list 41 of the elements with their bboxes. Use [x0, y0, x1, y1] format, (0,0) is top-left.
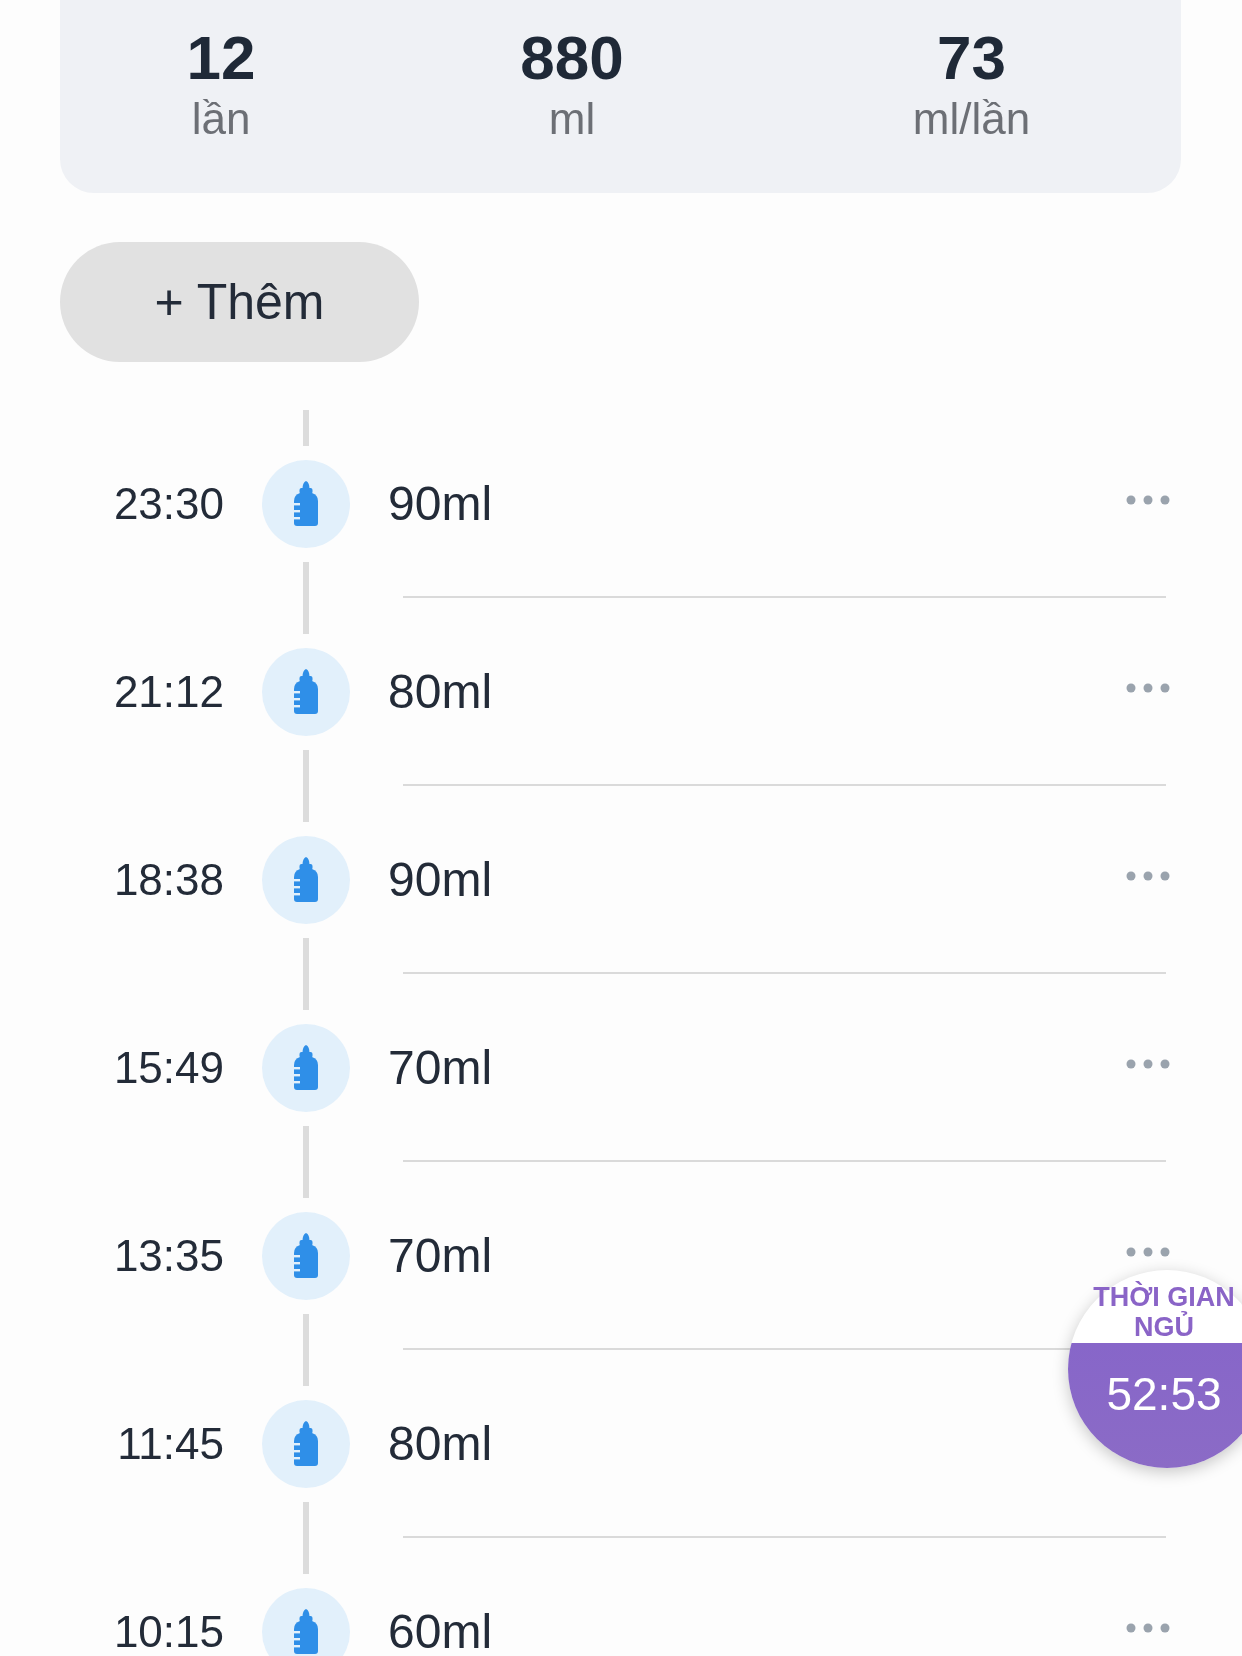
feeding-amount: 80ml [388, 1420, 493, 1468]
ellipsis-icon [1126, 1247, 1170, 1257]
bottle-icon [262, 1400, 350, 1488]
stat-value: 12 [186, 27, 256, 89]
feeding-amount: 60ml [388, 1608, 493, 1656]
stat-value: 73 [937, 27, 1006, 89]
bottle-icon [262, 648, 350, 736]
feeding-amount: 70ml [388, 1044, 493, 1092]
feeding-time: 23:30 [113, 482, 224, 526]
more-button[interactable] [1126, 495, 1170, 505]
stat-value: 880 [520, 27, 624, 89]
feeding-amount: 90ml [388, 480, 493, 528]
feeding-amount: 80ml [388, 668, 493, 716]
more-button[interactable] [1126, 871, 1170, 881]
ellipsis-icon [1126, 1623, 1170, 1633]
sleep-timer-button[interactable]: THỜI GIAN NGỦ 52:53 [1068, 1270, 1242, 1468]
feeding-time: 13:35 [113, 1234, 224, 1278]
feeding-time: 11:45 [117, 1422, 224, 1466]
ellipsis-icon [1126, 871, 1170, 881]
ellipsis-icon [1126, 495, 1170, 505]
more-button[interactable] [1126, 1623, 1170, 1633]
stat-unit: ml/lần [912, 97, 1031, 141]
bottle-icon [262, 836, 350, 924]
feeding-time: 15:49 [113, 1046, 224, 1090]
bottle-icon [262, 1024, 350, 1112]
add-button[interactable]: + Thêm [60, 242, 419, 362]
stat-unit: ml [548, 97, 596, 141]
feeding-amount: 90ml [388, 856, 493, 904]
stat-unit: lần [191, 97, 251, 141]
bottle-icon [262, 1212, 350, 1300]
bottle-icon [262, 460, 350, 548]
feeding-amount: 70ml [388, 1232, 493, 1280]
ellipsis-icon [1126, 1059, 1170, 1069]
bottle-icon [262, 1588, 350, 1656]
more-button[interactable] [1126, 1247, 1170, 1257]
feeding-time: 21:12 [113, 670, 224, 714]
feeding-time: 18:38 [113, 858, 224, 902]
ellipsis-icon [1126, 683, 1170, 693]
more-button[interactable] [1126, 683, 1170, 693]
more-button[interactable] [1126, 1059, 1170, 1069]
feeding-time: 10:15 [113, 1610, 224, 1654]
